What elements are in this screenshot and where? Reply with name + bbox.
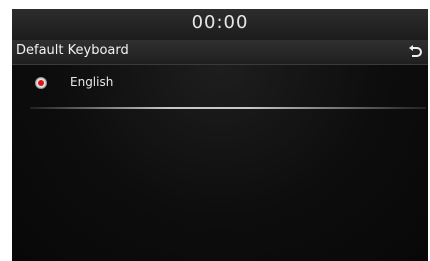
radio-button[interactable]	[35, 77, 47, 89]
status-bar: 00:00	[12, 9, 428, 40]
back-button[interactable]	[406, 43, 424, 61]
clock: 00:00	[191, 12, 249, 33]
keyboard-list: English	[12, 65, 428, 261]
list-item-english[interactable]: English	[12, 65, 428, 102]
divider	[30, 107, 426, 109]
head-unit-screen: 00:00 Default Keyboard English	[12, 9, 428, 261]
return-arrow-icon	[409, 45, 422, 57]
list-item-label: English	[70, 75, 114, 89]
header-bar: Default Keyboard	[12, 40, 428, 65]
page-title: Default Keyboard	[16, 43, 129, 58]
radio-selected-dot	[38, 80, 44, 86]
